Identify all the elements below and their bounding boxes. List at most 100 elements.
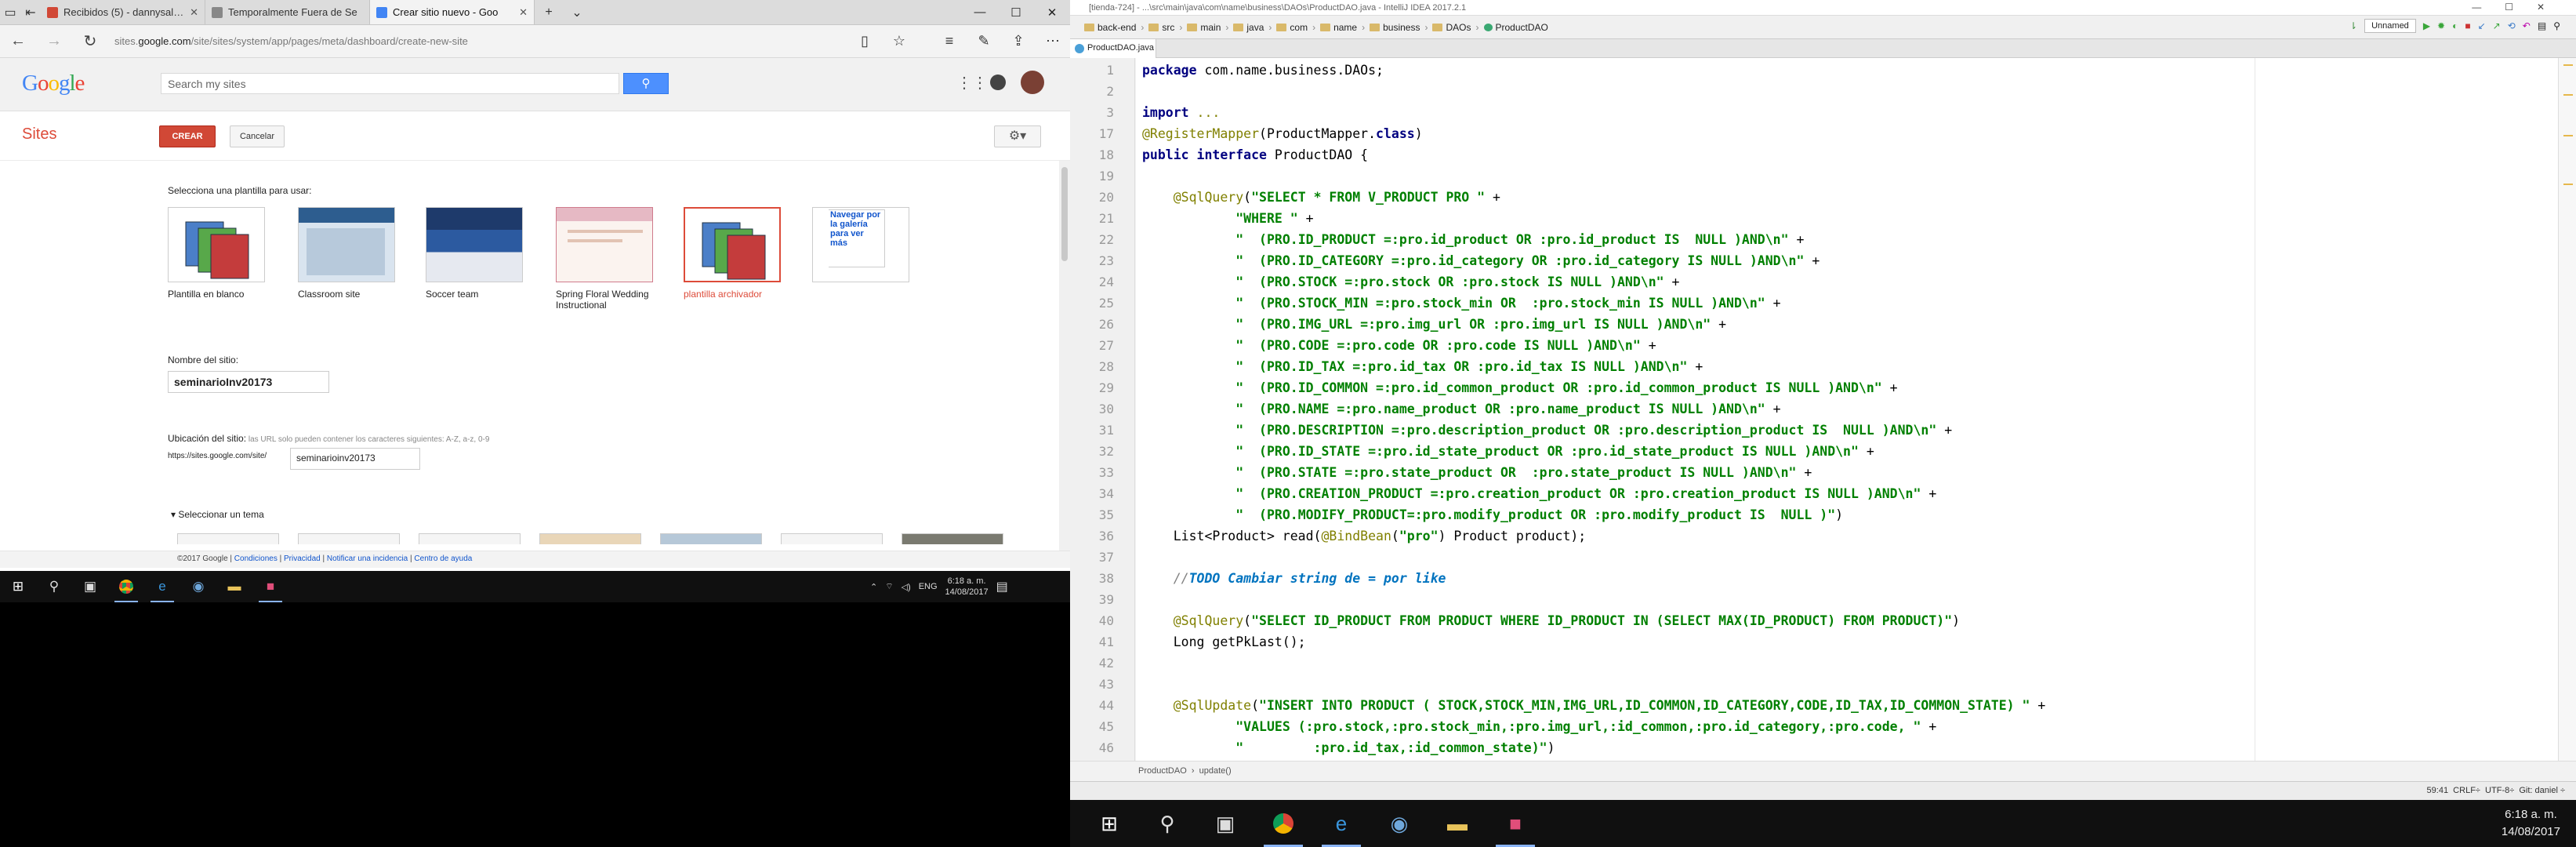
breadcrumb-item[interactable]: java ›	[1233, 22, 1272, 33]
code-line[interactable]: package com.name.business.DAOs;	[1142, 60, 1384, 81]
url-field[interactable]: sites.google.com/site/sites/system/app/p…	[108, 35, 847, 47]
template-archivador[interactable]: plantilla archivador	[684, 207, 781, 300]
browser-tab[interactable]: Recibidos (5) - dannysalazar ✕	[41, 0, 205, 24]
site-location-input[interactable]: seminarioinv20173	[290, 448, 420, 470]
template-blank[interactable]: Plantilla en blanco	[168, 207, 265, 300]
windows-start-icon[interactable]: ⊞	[0, 571, 36, 602]
theme-thumbnail[interactable]	[419, 533, 521, 544]
theme-thumbnail[interactable]	[539, 533, 641, 544]
edge-icon[interactable]: e	[1312, 800, 1370, 847]
chevron-down-icon[interactable]: ⌄	[563, 0, 591, 24]
code-line[interactable]: "VALUES (:pro.stock,:pro.stock_min,:pro.…	[1142, 716, 1936, 737]
create-button[interactable]: CREAR	[159, 125, 216, 147]
template-classroom[interactable]: Classroom site	[298, 207, 395, 300]
breadcrumb-item[interactable]: main ›	[1187, 22, 1228, 33]
breadcrumb-item[interactable]: DAOs ›	[1432, 22, 1479, 33]
footer-link-terms[interactable]: Condiciones	[234, 554, 278, 563]
code-line[interactable]: "WHERE " +	[1142, 208, 1313, 229]
refresh-icon[interactable]: ↻	[72, 31, 108, 51]
window-controls[interactable]: —☐✕	[2472, 2, 2568, 13]
task-view-icon[interactable]: ▣	[72, 571, 108, 602]
code-line[interactable]: @RegisterMapper(ProductMapper.class)	[1142, 123, 1423, 144]
template-wedding[interactable]: Spring Floral Wedding Instructional	[556, 207, 653, 311]
theme-thumbnail[interactable]	[781, 533, 883, 544]
search-icon[interactable]: ⚲	[36, 571, 72, 602]
footer-link-help[interactable]: Centro de ayuda	[414, 554, 472, 563]
search-everywhere-icon[interactable]: ⚲	[2553, 20, 2560, 31]
web-note-icon[interactable]: ✎	[967, 33, 1001, 49]
hub-icon[interactable]: ≡	[932, 33, 967, 49]
code-line[interactable]: " (PRO.DESCRIPTION =:pro.description_pro…	[1142, 420, 1952, 441]
run-icon[interactable]: ▶	[2423, 20, 2430, 31]
breadcrumb-item[interactable]: name ›	[1320, 22, 1365, 33]
coverage-icon[interactable]: ◐	[2452, 20, 2458, 31]
close-window-icon[interactable]: ✕	[1034, 0, 1070, 24]
code-line[interactable]: @SqlQuery("SELECT * FROM V_PRODUCT PRO "…	[1142, 187, 1500, 208]
more-icon[interactable]: ⋯	[1036, 33, 1070, 49]
back-arrow-icon[interactable]: ←	[0, 32, 36, 50]
stop-icon[interactable]: ■	[2465, 20, 2470, 31]
theme-thumbnail[interactable]	[660, 533, 762, 544]
gallery-link[interactable]: Navegar por la galería para ver más	[829, 209, 885, 267]
google-logo[interactable]: Google	[22, 71, 85, 96]
footer-link-report[interactable]: Notificar una incidencia	[327, 554, 408, 563]
gallery-link-card[interactable]: Navegar por la galería para ver más	[812, 207, 909, 282]
tray-chevron-icon[interactable]: ⌃	[870, 582, 877, 592]
structure-icon[interactable]: ▤	[2538, 20, 2546, 31]
footer-link-privacy[interactable]: Privacidad	[284, 554, 321, 563]
file-explorer-icon[interactable]: ▬	[216, 571, 252, 602]
settings-button[interactable]: ⚙▾	[994, 125, 1041, 147]
status-info[interactable]: 59:41 CRLF÷ UTF-8÷ Git: daniel ÷	[2427, 786, 2565, 795]
code-line[interactable]: //TODO Cambiar string de = por like	[1142, 568, 1446, 589]
browser-tab-active[interactable]: Crear sitio nuevo - Goo ✕	[370, 0, 535, 24]
task-view-icon[interactable]: ▣	[1196, 800, 1254, 847]
editor-scrollbar[interactable]	[2558, 58, 2576, 761]
windows-start-icon[interactable]: ⊞	[1080, 800, 1138, 847]
favorite-star-icon[interactable]: ☆	[882, 33, 916, 49]
vcs-commit-icon[interactable]: ↗	[2493, 20, 2501, 31]
browser-tab[interactable]: Temporalmente Fuera de Se	[205, 0, 370, 24]
code-line[interactable]: " (PRO.CREATION_PRODUCT =:pro.creation_p…	[1142, 483, 1936, 504]
file-explorer-icon[interactable]: ▬	[1428, 800, 1486, 847]
chrome-icon[interactable]	[1254, 800, 1312, 847]
intellij-icon[interactable]: ■	[1486, 800, 1544, 847]
code-breadcrumb-class[interactable]: ProductDAO	[1138, 766, 1187, 776]
build-icon[interactable]: ⇂	[2349, 20, 2357, 31]
lang-indicator[interactable]: ENG	[919, 582, 938, 591]
breadcrumb-item[interactable]: business ›	[1370, 22, 1428, 33]
scrollbar-thumb[interactable]	[1061, 167, 1068, 261]
forward-arrow-icon[interactable]: →	[36, 32, 72, 50]
cancel-button[interactable]: Cancelar	[230, 125, 285, 147]
breadcrumb-item[interactable]: ProductDAO	[1483, 22, 1548, 33]
breadcrumb-item[interactable]: com ›	[1276, 22, 1315, 33]
theme-thumbnail[interactable]	[298, 533, 400, 544]
clock[interactable]: 6:18 a. m. 14/08/2017	[2502, 806, 2560, 841]
vcs-history-icon[interactable]: ⟲	[2508, 20, 2516, 31]
intellij-icon[interactable]: ■	[252, 571, 288, 602]
code-breadcrumb-method[interactable]: update()	[1199, 766, 1232, 776]
avatar[interactable]	[1021, 71, 1044, 94]
code-line[interactable]: " (PRO.CODE =:pro.code OR :pro.code IS N…	[1142, 335, 1656, 356]
code-line[interactable]: " (PRO.ID_COMMON =:pro.id_common_product…	[1142, 377, 1897, 398]
search-icon[interactable]: ⚲	[1138, 800, 1196, 847]
code-line[interactable]: @SqlQuery("SELECT ID_PRODUCT FROM PRODUC…	[1142, 610, 1960, 631]
code-line[interactable]: " (PRO.ID_TAX =:pro.id_tax OR :pro.id_ta…	[1142, 356, 1703, 377]
network-app-icon[interactable]: ◉	[180, 571, 216, 602]
close-icon[interactable]: ✕	[519, 6, 528, 19]
network-app-icon[interactable]: ◉	[1370, 800, 1428, 847]
code-line[interactable]: " (PRO.ID_PRODUCT =:pro.id_product OR :p…	[1142, 229, 1804, 250]
code-line[interactable]: @SqlUpdate("INSERT INTO PRODUCT ( STOCK,…	[1142, 695, 2046, 716]
debug-icon[interactable]: ✹	[2437, 20, 2445, 31]
back-tabs-icon[interactable]: ⇤	[20, 0, 41, 24]
code-line[interactable]: " (PRO.ID_CATEGORY =:pro.id_category OR …	[1142, 250, 1820, 271]
file-tab[interactable]: ProductDAO.java	[1070, 39, 1156, 58]
chrome-icon[interactable]	[108, 571, 144, 602]
code-line[interactable]: public interface ProductDAO {	[1142, 144, 1368, 165]
code-line[interactable]: " (PRO.STATE =:pro.state_product OR :pro…	[1142, 462, 1812, 483]
close-icon[interactable]: ✕	[190, 6, 198, 19]
maximize-icon[interactable]: ☐	[998, 0, 1034, 24]
site-name-input[interactable]: seminarioInv20173	[168, 371, 329, 393]
breadcrumb-item[interactable]: src ›	[1148, 22, 1182, 33]
edge-icon[interactable]: e	[144, 571, 180, 602]
code-line[interactable]: List<Product> read(@BindBean("pro") Prod…	[1142, 525, 1587, 547]
